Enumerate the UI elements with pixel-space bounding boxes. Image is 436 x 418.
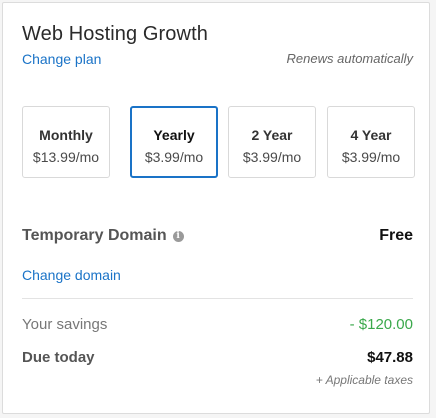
- taxes-note: + Applicable taxes: [315, 373, 413, 387]
- temporary-domain-row: Temporary Domain i: [22, 227, 184, 245]
- temporary-domain-price: Free: [379, 227, 413, 244]
- divider: [22, 298, 413, 299]
- renews-text: Renews automatically: [286, 51, 413, 66]
- change-plan-link[interactable]: Change plan: [22, 51, 101, 67]
- plan-option-price: $3.99/mo: [144, 149, 204, 165]
- change-domain-link[interactable]: Change domain: [22, 267, 121, 283]
- due-today-label: Due today: [22, 349, 95, 366]
- plan-option-name: 2 Year: [251, 127, 293, 143]
- billing-term-options: Monthly $13.99/mo Yearly $3.99/mo 2 Year…: [22, 106, 416, 180]
- plan-summary-card: Web Hosting Growth Change plan Renews au…: [2, 2, 430, 414]
- due-today-value: $47.88: [367, 349, 413, 366]
- plan-title: Web Hosting Growth: [22, 23, 208, 45]
- plan-option-4-year[interactable]: 4 Year $3.99/mo: [327, 106, 415, 178]
- plan-option-yearly[interactable]: Yearly $3.99/mo: [130, 106, 218, 178]
- plan-option-name: Monthly: [39, 127, 93, 143]
- plan-option-name: Yearly: [153, 127, 195, 143]
- savings-label: Your savings: [22, 316, 108, 333]
- plan-option-2-year[interactable]: 2 Year $3.99/mo: [228, 106, 316, 178]
- plan-option-monthly[interactable]: Monthly $13.99/mo: [22, 106, 110, 178]
- plan-option-price: $13.99/mo: [32, 149, 100, 165]
- plan-option-price: $3.99/mo: [341, 149, 401, 165]
- temporary-domain-label: Temporary Domain: [22, 227, 167, 244]
- savings-value: - $120.00: [349, 316, 413, 333]
- info-icon[interactable]: i: [172, 230, 184, 242]
- plan-option-price: $3.99/mo: [242, 149, 302, 165]
- plan-option-name: 4 Year: [350, 127, 392, 143]
